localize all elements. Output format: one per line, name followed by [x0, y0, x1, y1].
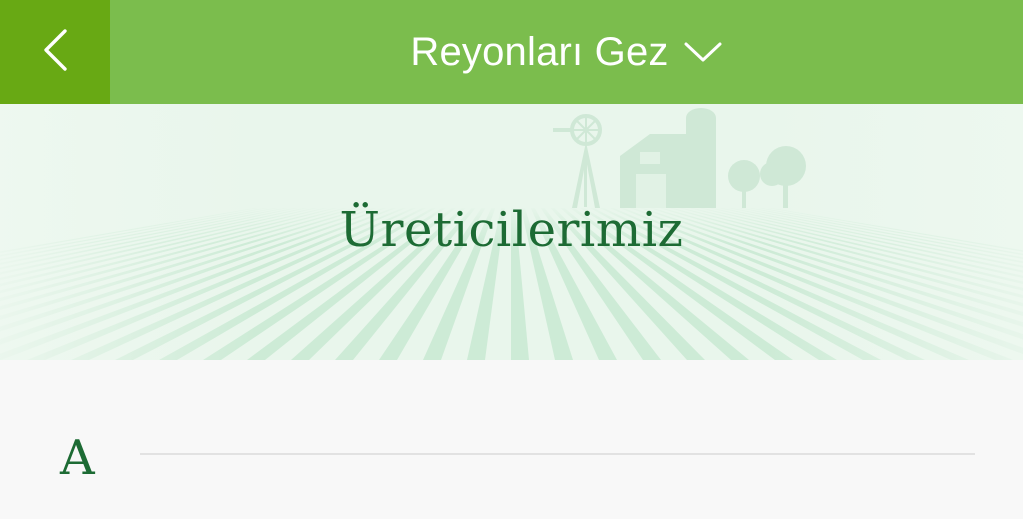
- top-app-bar: Reyonları Gez: [0, 0, 1023, 104]
- chevron-left-icon: [40, 27, 70, 78]
- section-divider: [140, 453, 975, 455]
- chevron-down-icon: [683, 40, 723, 64]
- banner-title: Üreticilerimiz: [339, 202, 684, 258]
- producers-banner: Üreticilerimiz: [0, 104, 1023, 360]
- department-dropdown[interactable]: Reyonları Gez: [110, 0, 1023, 104]
- section-header-letter: A: [60, 430, 95, 486]
- back-button[interactable]: [0, 0, 110, 104]
- page-title: Reyonları Gez: [410, 29, 669, 74]
- producer-list: A: [0, 360, 1023, 519]
